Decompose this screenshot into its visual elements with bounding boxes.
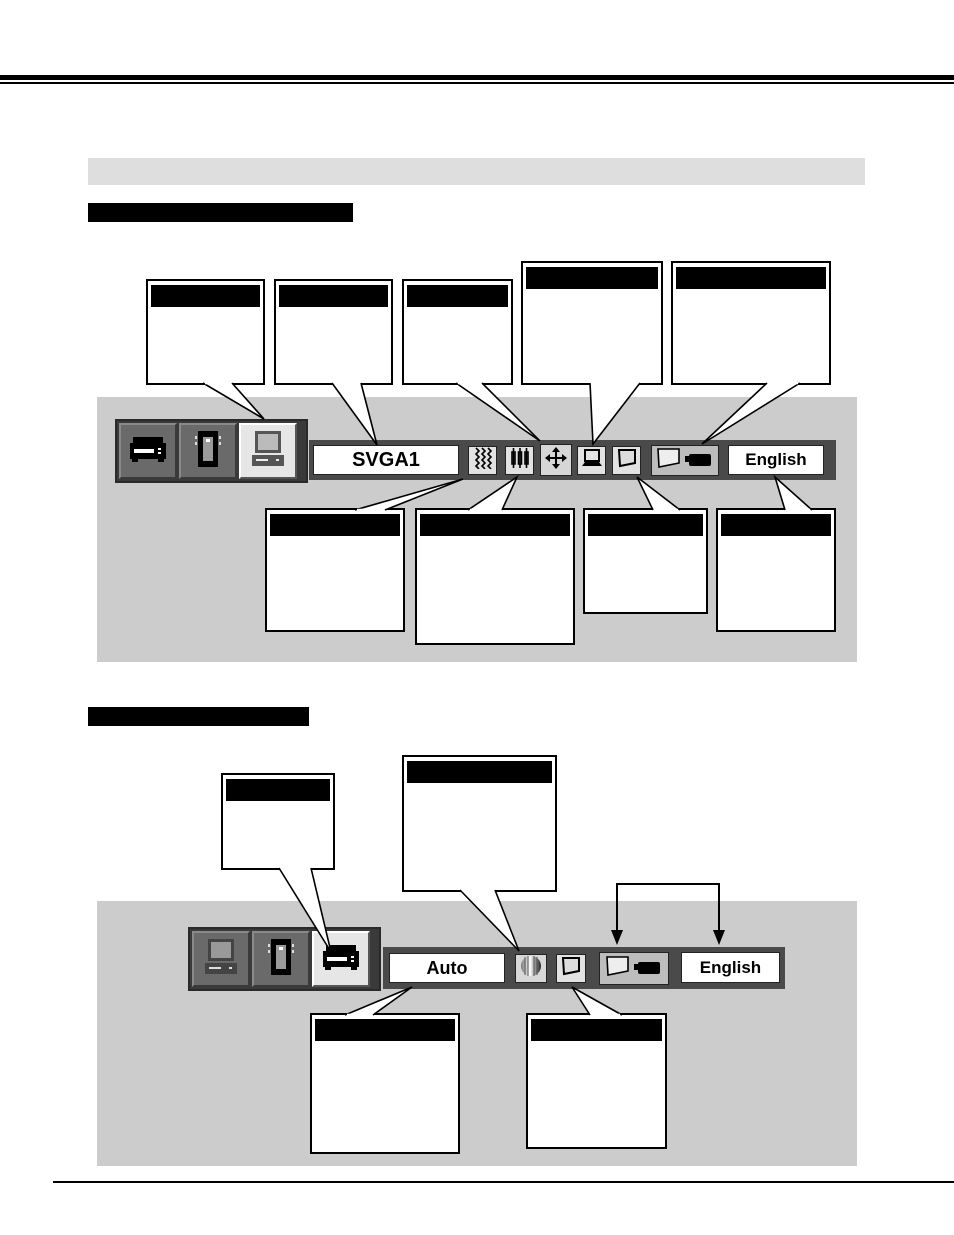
laptop-icon — [581, 448, 603, 473]
callout-title — [226, 779, 330, 801]
callout-video-image-adjust — [402, 755, 557, 892]
sphere-icon — [519, 954, 543, 983]
callout-setting — [671, 261, 831, 385]
top-rule-thin — [0, 82, 954, 84]
top-rule-thick — [0, 75, 954, 80]
computer-source-group — [115, 419, 308, 483]
image-adjust-button[interactable] — [577, 446, 606, 475]
callout-title — [676, 267, 826, 289]
callout-screen — [583, 508, 708, 614]
callout-video-system — [310, 1013, 460, 1154]
footer-rule — [53, 1181, 954, 1183]
source-computer-button[interactable] — [192, 931, 250, 987]
video-screen-button[interactable] — [556, 954, 586, 983]
callout-computer-input — [146, 279, 265, 385]
callout-title — [407, 285, 508, 307]
callout-fine-sync — [265, 508, 405, 632]
position-button[interactable] — [540, 444, 572, 476]
callout-title — [531, 1019, 662, 1041]
source-computer-button[interactable] — [239, 423, 297, 479]
video-language-field[interactable]: English — [681, 952, 780, 983]
total-dots-button[interactable] — [505, 446, 534, 475]
source-card-button[interactable] — [252, 931, 310, 987]
vertical-bars-icon — [510, 447, 530, 474]
callout-title — [526, 267, 658, 289]
fine-sync-button[interactable] — [468, 446, 497, 475]
callout-position — [402, 279, 513, 385]
video-system-field[interactable]: Auto — [389, 953, 505, 983]
projector-icon — [604, 954, 664, 983]
video-setting-button[interactable] — [599, 952, 669, 985]
four-arrows-icon — [544, 446, 568, 475]
source-card-button[interactable] — [179, 423, 237, 479]
callout-video-screen — [526, 1013, 667, 1149]
callout-title — [721, 514, 831, 536]
setting-button[interactable] — [651, 445, 719, 476]
computer-menu-section-label — [88, 203, 353, 222]
vcr-icon — [322, 943, 360, 976]
callout-title — [588, 514, 703, 536]
video-menu-section-label — [88, 707, 309, 726]
projector-icon — [655, 446, 715, 475]
section-header-bar — [88, 158, 865, 185]
callout-total-dots — [415, 508, 575, 645]
callout-title — [315, 1019, 455, 1041]
callout-title — [279, 285, 388, 307]
memory-card-icon — [268, 938, 294, 981]
callout-computer-mode — [274, 279, 393, 385]
computer-language-field[interactable]: English — [728, 445, 824, 475]
video-image-adjust-button[interactable] — [515, 954, 547, 983]
wave-lines-icon — [473, 447, 493, 474]
screen-shape-icon — [560, 955, 582, 982]
callout-title — [151, 285, 260, 307]
callout-title — [420, 514, 570, 536]
callout-video-input — [221, 773, 335, 870]
source-video-button[interactable] — [119, 423, 177, 479]
callout-language — [716, 508, 836, 632]
callout-title — [270, 514, 400, 536]
callout-image-adjust — [521, 261, 663, 385]
computer-mode-field[interactable]: SVGA1 — [313, 445, 459, 475]
vcr-icon — [129, 435, 167, 468]
computer-icon — [201, 937, 241, 982]
callout-title — [407, 761, 552, 783]
screen-button[interactable] — [612, 446, 641, 475]
memory-card-icon — [195, 430, 221, 473]
screen-shape-icon — [616, 447, 638, 474]
source-video-button[interactable] — [312, 931, 370, 987]
computer-icon — [248, 429, 288, 474]
video-source-group — [188, 927, 381, 991]
